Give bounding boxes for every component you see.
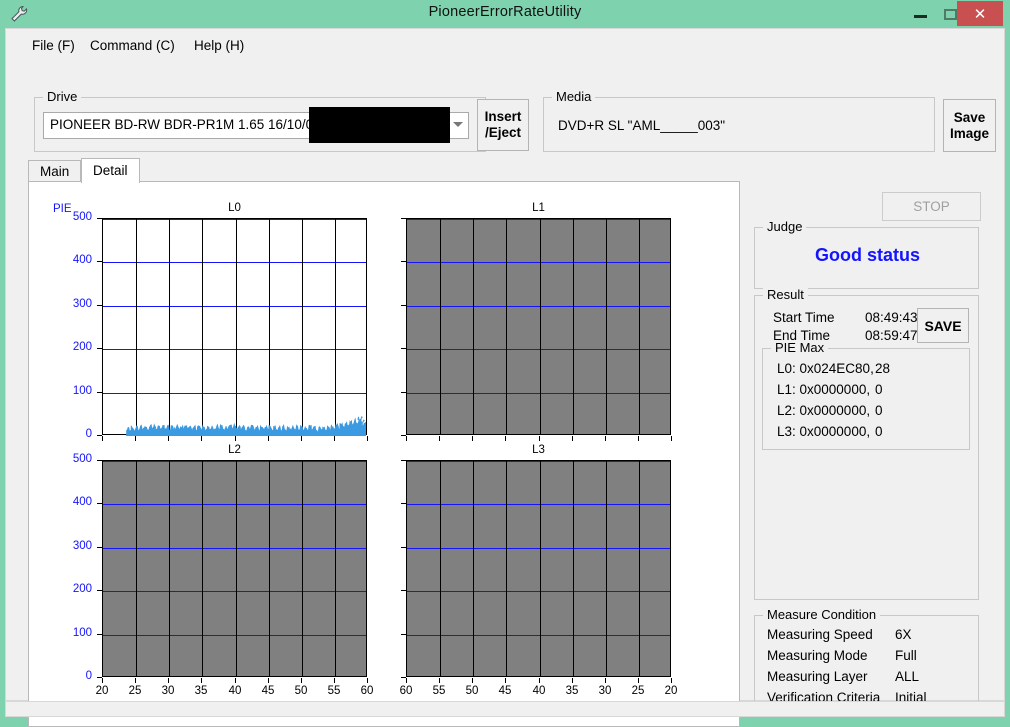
x-axis-tick <box>472 678 473 683</box>
measure-condition-key: Measuring Speed <box>767 627 873 642</box>
judge-group: Judge Good status <box>754 219 979 289</box>
gridline-vertical <box>573 461 574 676</box>
menu-item-command[interactable]: Command (C) <box>84 35 181 57</box>
tab-detail[interactable]: Detail <box>81 158 140 183</box>
x-axis-tick <box>439 678 440 683</box>
x-axis-label: 25 <box>631 685 645 697</box>
media-value: DVD+R SL "AML_____003" <box>558 118 726 133</box>
title-bar: PioneerErrorRateUtility ✕ <box>0 0 1010 28</box>
result-group-label: Result <box>763 287 808 302</box>
pie-max-row-key: L1: 0x0000000, <box>777 382 871 397</box>
x-axis-label: 45 <box>498 685 512 697</box>
drive-select-value: PIONEER BD-RW BDR-PR1M 1.65 16/10/05 <box>50 117 321 132</box>
measure-condition-key: Measuring Mode <box>767 648 868 663</box>
redaction-overlay <box>309 107 450 143</box>
media-group-label: Media <box>552 89 596 104</box>
gridline-horizontal <box>407 635 670 636</box>
minimize-button[interactable] <box>906 0 936 28</box>
gridline-vertical <box>639 461 640 676</box>
application-window: PioneerErrorRateUtility ✕ File (F) Comma… <box>0 0 1010 727</box>
close-button[interactable]: ✕ <box>957 1 1003 26</box>
y-axis-tick <box>401 634 406 635</box>
menu-item-help[interactable]: Help (H) <box>188 35 250 57</box>
chart-l3: L3605550454035302520Radius(mm) <box>29 182 739 726</box>
status-bar <box>5 701 1005 717</box>
x-axis-tick <box>638 678 639 683</box>
client-area: File (F) Command (C) Help (H) Drive PION… <box>5 28 1006 727</box>
pie-max-row-value: 0 <box>875 403 883 418</box>
gridline-vertical <box>540 461 541 676</box>
y-axis-tick <box>401 590 406 591</box>
pie-max-row-key: L3: 0x0000000, <box>777 424 871 439</box>
gridline-vertical <box>506 461 507 676</box>
x-axis-label: 55 <box>432 685 446 697</box>
chevron-down-icon <box>453 122 463 127</box>
measure-condition-value: ALL <box>895 669 920 684</box>
plot-area <box>406 460 671 677</box>
save-image-label-2: Image <box>949 125 990 141</box>
tab-page-detail: PIE L0 0 100 200 300 400 500 L1 L2 0 100 200 300 400 5… <box>28 181 740 727</box>
y-axis-tick <box>401 547 406 548</box>
measure-condition-value: Full <box>895 648 917 663</box>
y-axis-tick <box>401 460 406 461</box>
gridline-vertical <box>473 461 474 676</box>
insert-eject-label-2: /Eject <box>484 125 522 140</box>
end-time-value: 08:59:47 <box>865 328 918 343</box>
x-axis-tick <box>539 678 540 683</box>
y-axis-tick <box>401 503 406 504</box>
pie-max-row-value: 0 <box>875 382 883 397</box>
chart-title: L3 <box>532 444 545 456</box>
menu-bar: File (F) Command (C) Help (H) <box>6 35 1006 61</box>
measure-condition-key: Measuring Layer <box>767 669 868 684</box>
x-axis-label: 40 <box>532 685 546 697</box>
x-axis-label: 50 <box>465 685 479 697</box>
gridline-horizontal <box>407 548 670 549</box>
pie-max-row-key: L2: 0x0000000, <box>777 403 871 418</box>
save-image-label-1: Save <box>953 109 986 125</box>
insert-eject-button[interactable]: Insert /Eject <box>477 99 529 151</box>
save-image-button[interactable]: Save Image <box>943 99 996 152</box>
x-axis-label: 60 <box>399 685 413 697</box>
insert-eject-label-1: Insert <box>484 109 522 124</box>
media-group: Media DVD+R SL "AML_____003" <box>543 89 935 152</box>
x-axis-tick <box>671 678 672 683</box>
stop-button-label: STOP <box>913 199 950 214</box>
measure-condition-value: 6X <box>895 627 912 642</box>
pie-max-row-value: 28 <box>875 361 891 376</box>
measure-condition-label: Measure Condition <box>763 607 881 622</box>
drive-group-label: Drive <box>43 89 82 104</box>
save-button-label: SAVE <box>924 317 962 334</box>
gridline-horizontal <box>407 461 670 462</box>
x-axis-tick <box>406 678 407 683</box>
gridline-horizontal <box>407 504 670 505</box>
maximize-icon <box>944 9 957 20</box>
tab-main[interactable]: Main <box>28 160 82 182</box>
x-axis-label: 30 <box>598 685 612 697</box>
pie-max-group: PIE Max L0: 0x024EC80, 28 L1: 0x0000000, 0 L… <box>762 340 970 450</box>
start-time-value: 08:49:43 <box>865 310 918 325</box>
close-icon: ✕ <box>973 6 987 23</box>
gridline-horizontal <box>407 591 670 592</box>
judge-group-label: Judge <box>763 219 807 234</box>
tab-strip: Main Detail <box>28 158 740 183</box>
stop-button[interactable]: STOP <box>882 192 981 221</box>
gridline-vertical <box>606 461 607 676</box>
x-axis-tick <box>572 678 573 683</box>
x-axis-tick <box>605 678 606 683</box>
judge-status: Good status <box>814 245 920 265</box>
x-axis-label: 35 <box>565 685 579 697</box>
pie-max-label: PIE Max <box>771 340 829 355</box>
minimize-icon <box>914 15 927 18</box>
save-button[interactable]: SAVE <box>917 308 969 343</box>
gridline-vertical <box>440 461 441 676</box>
menu-item-file[interactable]: File (F) <box>26 35 81 57</box>
pie-max-row-key: L0: 0x024EC80, <box>777 361 874 376</box>
x-axis-label: 20 <box>664 685 678 697</box>
x-axis-tick <box>505 678 506 683</box>
start-time-label: Start Time <box>773 310 835 325</box>
pie-max-row-value: 0 <box>875 424 883 439</box>
window-title: PioneerErrorRateUtility <box>428 4 582 20</box>
